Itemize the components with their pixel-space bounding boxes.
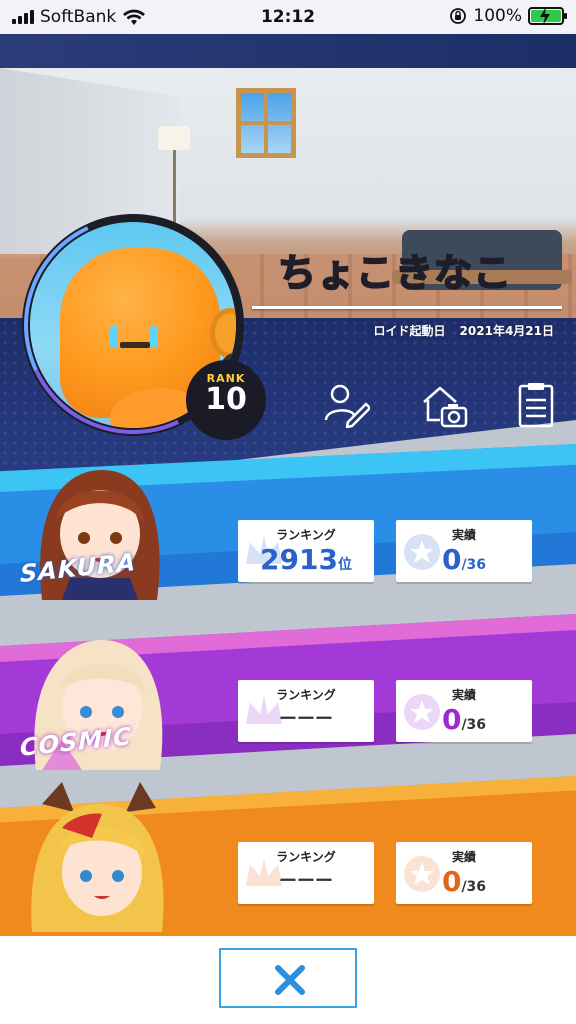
achievement-box: 実績 0/36 bbox=[396, 520, 532, 582]
room-lamp bbox=[158, 126, 190, 150]
edit-profile-button[interactable] bbox=[322, 380, 372, 429]
close-icon bbox=[275, 965, 305, 995]
ranking-label: ランキング bbox=[276, 528, 336, 542]
orange-character-portrait bbox=[31, 782, 164, 932]
ranking-value: ーーー bbox=[279, 709, 333, 730]
boot-info: ロイド起動日 2021年4月21日 bbox=[374, 322, 554, 339]
ranking-box: ランキング ーーー bbox=[238, 680, 374, 742]
boot-date: 2021年4月21日 bbox=[459, 324, 554, 338]
achievement-label: 実績 bbox=[451, 688, 476, 702]
lloid-name: ちょこきなこ bbox=[277, 250, 513, 296]
achievement-value: 0 bbox=[441, 865, 462, 898]
rank-value: 10 bbox=[205, 382, 247, 417]
room-photo-icon bbox=[423, 386, 468, 428]
achievement-value: 0 bbox=[441, 543, 462, 576]
achievement-label: 実績 bbox=[451, 528, 476, 542]
ranking-suffix: 位 bbox=[337, 557, 352, 573]
clipboard-button[interactable] bbox=[512, 380, 560, 428]
ranking-label: ランキング bbox=[276, 850, 336, 864]
boot-label: ロイド起動日 bbox=[373, 324, 446, 338]
ranking-box: ランキング ーーー bbox=[238, 842, 374, 904]
achievement-total: /36 bbox=[461, 717, 487, 733]
ranking-value: 2913 bbox=[260, 543, 338, 576]
ranking-box: ランキング 2913位 bbox=[238, 520, 374, 582]
character-card-cosmic[interactable]: COSMIC ランキング ーーー 実績 0/36 bbox=[0, 614, 576, 774]
rank-badge: RANK 10 bbox=[186, 360, 266, 440]
achievement-box: 実績 0/36 bbox=[396, 680, 532, 742]
character-card-orange[interactable]: ランキング ーーー 実績 0/36 bbox=[0, 776, 576, 936]
edit-profile-icon bbox=[324, 384, 372, 429]
close-button[interactable] bbox=[219, 948, 357, 1008]
achievement-total: /36 bbox=[461, 557, 487, 573]
battery-icon bbox=[528, 7, 567, 25]
clipboard-icon bbox=[518, 383, 554, 428]
achievement-value: 0 bbox=[441, 703, 462, 736]
achievement-box: 実績 0/36 bbox=[396, 842, 532, 904]
achievement-total: /36 bbox=[461, 879, 487, 895]
character-card-sakura[interactable]: SAKURA ランキング 2913位 実績 0/36 bbox=[0, 444, 576, 604]
battery-percent: 100% bbox=[473, 6, 522, 26]
room-window bbox=[236, 88, 296, 158]
status-bar: SoftBank 12:12 100% bbox=[0, 0, 576, 34]
room-photo-button[interactable] bbox=[420, 380, 468, 428]
profile-screen: ちょこきなこ ロイド起動日 2021年4月21日 RANK 10 SAKURA … bbox=[0, 34, 576, 936]
achievement-label: 実績 bbox=[451, 850, 476, 864]
status-right: 100% bbox=[449, 6, 567, 26]
orientation-lock-icon bbox=[450, 8, 467, 24]
header-strip bbox=[0, 34, 576, 68]
ranking-value: ーーー bbox=[279, 871, 333, 892]
bottom-bar bbox=[0, 936, 576, 1024]
ranking-label: ランキング bbox=[276, 688, 336, 702]
